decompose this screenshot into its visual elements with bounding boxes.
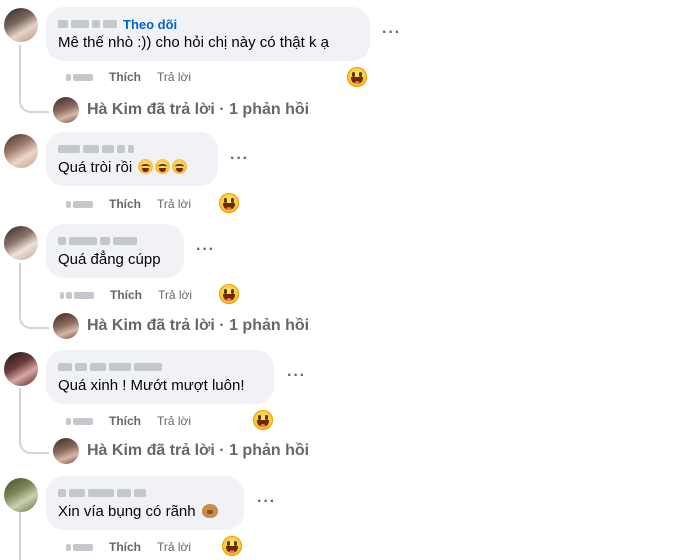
reaction-emoji-icon[interactable] <box>222 536 242 556</box>
comment-text: Mê thế nhò :)) cho hỏi chị này có thật k… <box>58 34 329 51</box>
crying-emoji-icon <box>138 159 154 174</box>
commenter-avatar[interactable] <box>4 352 38 386</box>
commenter-avatar[interactable] <box>4 478 38 512</box>
more-options-button[interactable]: ··· <box>196 241 215 259</box>
comment-actions: Thích Trả lời <box>66 70 191 84</box>
crying-emoji-icon <box>155 159 171 174</box>
commenter-name[interactable] <box>58 489 146 497</box>
comment-time[interactable] <box>66 417 93 425</box>
thread-line <box>19 388 49 454</box>
comment-actions: Thích Trả lời <box>60 288 192 302</box>
comment-time[interactable] <box>66 543 93 551</box>
commenter-name[interactable] <box>58 237 137 245</box>
reply-button[interactable]: Trả lời <box>157 414 191 428</box>
replies-summary-text: Hà Kim đã trả lời · 1 phản hồi <box>87 317 310 334</box>
more-options-button[interactable]: ··· <box>257 493 276 511</box>
replies-summary-text: Hà Kim đã trả lời · 1 phản hồi <box>87 442 310 459</box>
thread-line <box>19 510 21 560</box>
reaction-emoji-icon[interactable] <box>219 284 239 304</box>
animal-emoji-icon <box>201 504 218 518</box>
replies-summary[interactable]: Hà Kim đã trả lời · 1 phản hồi <box>53 438 309 464</box>
commenter-name[interactable] <box>58 145 134 153</box>
comment-text: Quá xinh ! Mướt mượt luôn! <box>58 377 245 394</box>
comment-bubble: Quá tròi rồi <box>46 132 218 186</box>
more-options-button[interactable]: ··· <box>382 24 401 42</box>
commenter-name[interactable] <box>58 363 162 371</box>
reaction-emoji-icon[interactable] <box>253 410 273 430</box>
replier-avatar <box>53 97 79 123</box>
like-button[interactable]: Thích <box>109 70 141 84</box>
reaction-emoji-icon[interactable] <box>347 67 367 87</box>
comment-bubble: Xin vía bụng có rãnh <box>46 476 244 530</box>
more-options-button[interactable]: ··· <box>287 367 306 385</box>
comment-bubble: Theo dõi Mê thế nhò :)) cho hỏi chị này … <box>46 7 370 61</box>
comment-text: Quá đẳng cúpp <box>58 251 161 268</box>
reply-button[interactable]: Trả lời <box>157 540 191 554</box>
thread-line <box>19 263 49 329</box>
commenter-avatar[interactable] <box>4 226 38 260</box>
replies-summary[interactable]: Hà Kim đã trả lời · 1 phản hồi <box>53 97 309 123</box>
comment-text: Quá tròi rồi <box>58 158 206 178</box>
more-options-button[interactable]: ··· <box>230 150 249 168</box>
commenter-avatar[interactable] <box>4 8 38 42</box>
commenter-avatar[interactable] <box>4 134 38 168</box>
comment-bubble: Quá đẳng cúpp <box>46 224 184 278</box>
follow-button[interactable]: Theo dõi <box>123 17 177 32</box>
comment-time[interactable] <box>66 73 93 81</box>
replier-avatar <box>53 438 79 464</box>
comment-actions: Thích Trả lời <box>66 197 191 211</box>
reply-button[interactable]: Trả lời <box>158 288 192 302</box>
replies-summary-text: Hà Kim đã trả lời · 1 phản hồi <box>87 101 310 118</box>
like-button[interactable]: Thích <box>110 288 142 302</box>
like-button[interactable]: Thích <box>109 540 141 554</box>
comment-time[interactable] <box>60 291 94 299</box>
comment-actions: Thích Trả lời <box>66 540 191 554</box>
reply-button[interactable]: Trả lời <box>157 70 191 84</box>
crying-emoji-icon <box>172 159 188 174</box>
like-button[interactable]: Thích <box>109 197 141 211</box>
comment-actions: Thích Trả lời <box>66 414 191 428</box>
replier-avatar <box>53 313 79 339</box>
thread-line <box>19 45 49 113</box>
commenter-name[interactable] <box>58 20 117 28</box>
comment-text: Xin vía bụng có rãnh <box>58 502 232 522</box>
like-button[interactable]: Thích <box>109 414 141 428</box>
replies-summary[interactable]: Hà Kim đã trả lời · 1 phản hồi <box>53 313 309 339</box>
reply-button[interactable]: Trả lời <box>157 197 191 211</box>
reaction-emoji-icon[interactable] <box>219 193 239 213</box>
comment-bubble: Quá xinh ! Mướt mượt luôn! <box>46 350 274 404</box>
comment-time[interactable] <box>66 200 93 208</box>
